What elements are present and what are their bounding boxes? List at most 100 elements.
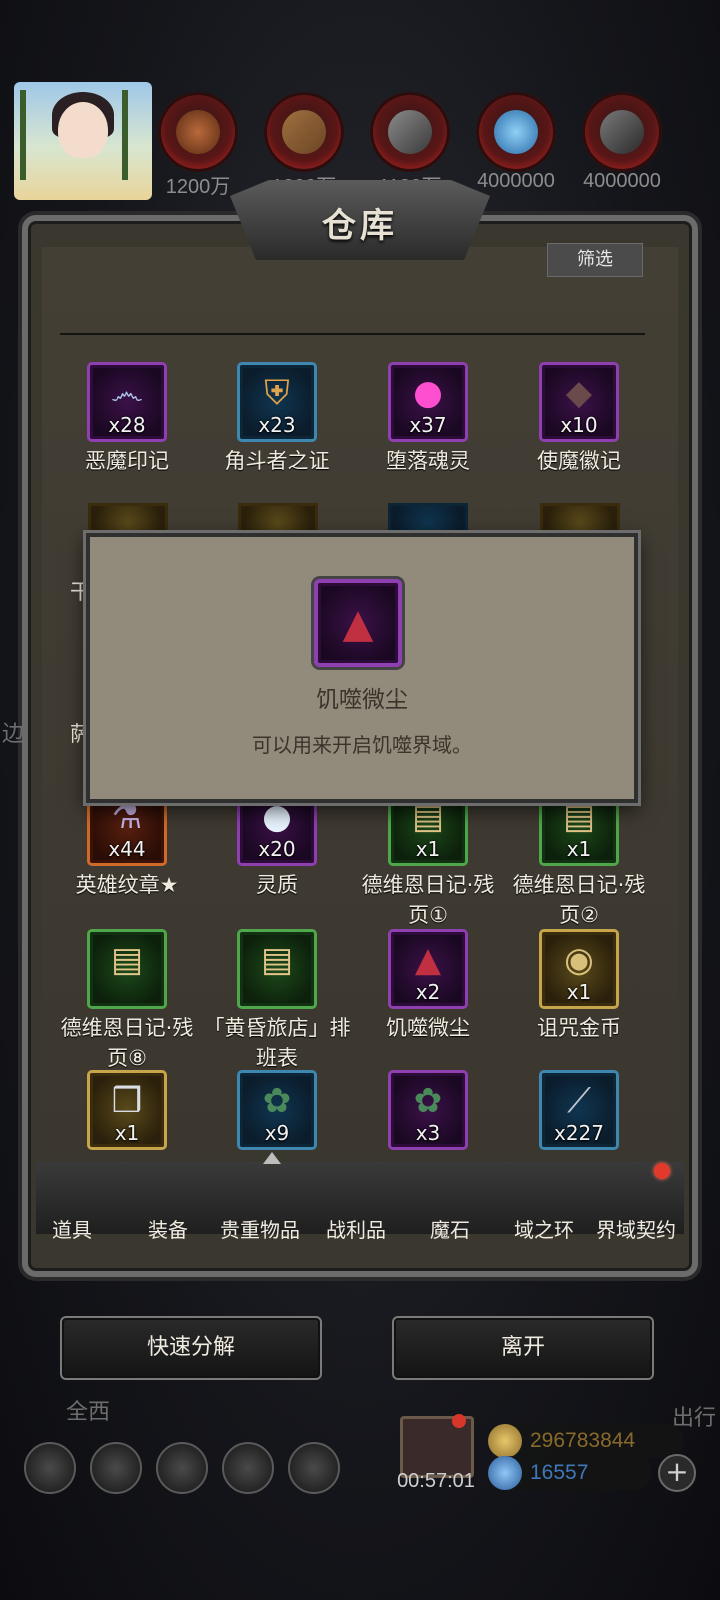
item-name: 使魔徽记 <box>537 449 621 473</box>
tooltip-item-name: 饥噬微尘 <box>316 687 408 713</box>
item-name: 恶魔印记 <box>85 449 169 473</box>
green-ore-icon: ✿ <box>262 1081 292 1121</box>
item-slot[interactable]: ◆ x10 <box>539 362 619 442</box>
tab-domain-contract[interactable]: 界域契约 <box>596 1214 676 1243</box>
item-quantity: x20 <box>258 837 296 861</box>
inventory-item[interactable]: ▤ x1 德维恩日记·残页② <box>504 786 654 930</box>
tab-loot[interactable]: 战利品 <box>326 1214 386 1243</box>
notification-dot <box>452 1414 466 1428</box>
gem-icon <box>488 1456 522 1490</box>
tab-domain-ring[interactable]: 域之环 <box>514 1214 574 1243</box>
inventory-item[interactable]: ◆ x10 使魔徽记 <box>504 362 654 476</box>
item-name: 德维恩日记·残页① <box>361 873 495 927</box>
item-name: 堕落魂灵 <box>386 449 470 473</box>
add-currency-button[interactable]: + <box>658 1454 696 1492</box>
palm-tree-icon <box>20 90 56 180</box>
page-title: 仓库 <box>322 206 398 246</box>
header-divider <box>60 333 645 335</box>
tab-valuables[interactable]: 贵重物品 <box>220 1214 300 1243</box>
side-label: 全西 <box>66 1400 111 1425</box>
mail-icon[interactable] <box>222 1442 274 1494</box>
gold-currency: 296783844 <box>488 1424 684 1458</box>
side-label: 边 <box>2 722 25 747</box>
inventory-item[interactable]: ▤ 「黄昏旅店」排班表 <box>202 929 352 1073</box>
iron-ingot-icon[interactable] <box>370 92 450 172</box>
inventory-item[interactable]: ▤ x1 德维恩日记·残页① <box>353 786 503 930</box>
item-name: 角斗者之证 <box>224 449 330 473</box>
resource-amount: 1200万 <box>165 176 231 198</box>
item-name: 德维恩日记·残页⑧ <box>60 1016 194 1070</box>
cube-icon: ❒ <box>111 1081 143 1121</box>
item-quantity: x44 <box>108 837 146 861</box>
item-quantity: x28 <box>108 413 146 437</box>
tab-selected-arrow-icon <box>263 1152 281 1164</box>
quick-decompose-button[interactable]: 快速分解 <box>60 1316 322 1380</box>
pink-flame-icon: ● <box>413 373 443 413</box>
item-slot[interactable]: ෴ x28 <box>87 362 167 442</box>
item-slot[interactable]: ▲ x2 <box>388 929 468 1009</box>
item-quantity: x1 <box>566 980 592 1004</box>
inventory-item[interactable]: ⚗ x44 英雄纹章★ <box>52 786 202 900</box>
item-slot[interactable]: ◉ x1 <box>539 929 619 1009</box>
item-slot[interactable]: ● x37 <box>388 362 468 442</box>
avatar-face <box>58 102 108 158</box>
item-slot[interactable]: ⛨ x23 <box>237 362 317 442</box>
resource-amount: 4000000 <box>583 170 661 192</box>
item-slot[interactable]: ❒ x1 <box>87 1070 167 1150</box>
achievement-icon[interactable] <box>90 1442 142 1494</box>
item-quantity: x9 <box>264 1121 290 1145</box>
tab-magic-stone[interactable]: 魔石 <box>430 1214 470 1243</box>
stone-icon[interactable] <box>582 92 662 172</box>
crystal-icon[interactable] <box>476 92 556 172</box>
feather-icon: ⟋ <box>567 1081 591 1121</box>
notification-dot <box>654 1163 670 1179</box>
inventory-item[interactable]: ❒ x1 <box>52 1070 202 1150</box>
wood-logs-icon[interactable] <box>158 92 238 172</box>
inventory-item[interactable]: ⟋ x227 <box>504 1070 654 1150</box>
inventory-item[interactable]: ▤ 德维恩日记·残页⑧ <box>52 929 202 1073</box>
gold-coin-icon <box>488 1424 522 1458</box>
inventory-item[interactable]: ◉ x1 诅咒金币 <box>504 929 654 1043</box>
map-icon[interactable] <box>288 1442 340 1494</box>
item-name: 「黄昏旅店」排班表 <box>203 1016 351 1070</box>
inventory-item[interactable]: ⛨ x23 角斗者之证 <box>202 362 352 476</box>
side-label: 出行 <box>672 1406 717 1431</box>
item-slot[interactable]: ▤ <box>87 929 167 1009</box>
inventory-item[interactable]: ෴ x28 恶魔印记 <box>52 362 202 476</box>
red-dust-icon: ▲ <box>414 940 442 980</box>
leave-button[interactable]: 离开 <box>392 1316 654 1380</box>
filter-button[interactable]: 筛选 <box>547 243 643 277</box>
plank-icon[interactable] <box>264 92 344 172</box>
palm-tree-icon <box>122 90 152 180</box>
inventory-item[interactable]: ✿ x9 <box>202 1070 352 1150</box>
item-quantity: x3 <box>415 1121 441 1145</box>
scroll-icon: ▤ <box>260 940 294 980</box>
item-quantity: x1 <box>415 837 441 861</box>
inventory-item[interactable]: ✿ x3 <box>353 1070 503 1150</box>
item-name: 德维恩日记·残页② <box>512 873 646 927</box>
gem-currency: 16557 <box>488 1456 652 1490</box>
item-quantity: x10 <box>560 413 598 437</box>
item-slot[interactable]: ⟋ x227 <box>539 1070 619 1150</box>
tooltip-item-description: 可以用来开启饥噬界域。 <box>252 733 472 757</box>
item-quantity: x37 <box>409 413 447 437</box>
dark-insignia-icon: ◆ <box>565 373 593 413</box>
player-avatar[interactable] <box>14 82 152 200</box>
item-slot[interactable]: ▤ <box>237 929 317 1009</box>
guild-icon[interactable] <box>156 1442 208 1494</box>
item-tooltip[interactable]: ▲ 饥噬微尘 可以用来开启饥噬界域。 <box>86 533 638 803</box>
tab-items[interactable]: 道具 <box>52 1214 92 1243</box>
item-quantity: x2 <box>415 980 441 1004</box>
tab-equipment[interactable]: 装备 <box>148 1214 188 1243</box>
inventory-item[interactable]: ● x37 堕落魂灵 <box>353 362 503 476</box>
item-slot[interactable]: ✿ x3 <box>388 1070 468 1150</box>
gold-coin-icon: ◉ <box>564 940 594 980</box>
resource-amount: 4000000 <box>477 170 555 192</box>
settings-gear-icon[interactable] <box>24 1442 76 1494</box>
inventory-item[interactable]: ▲ x2 饥噬微尘 <box>353 929 503 1043</box>
inventory-item[interactable]: ● x20 灵质 <box>202 786 352 900</box>
swirl-icon: ෴ <box>110 373 144 413</box>
item-slot[interactable]: ✿ x9 <box>237 1070 317 1150</box>
item-quantity: x1 <box>114 1121 140 1145</box>
red-dust-icon: ▲ <box>342 601 374 647</box>
